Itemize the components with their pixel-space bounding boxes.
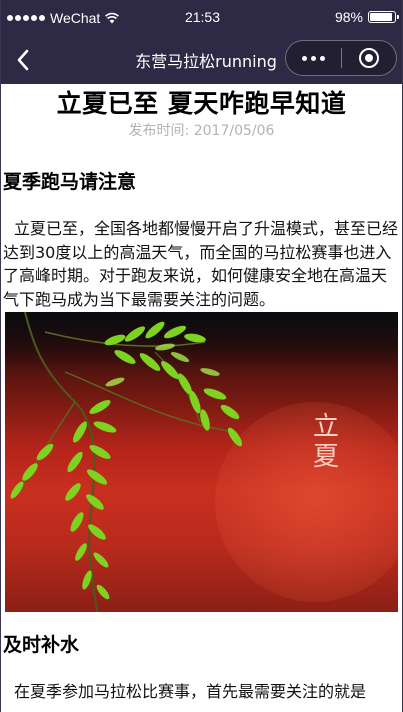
more-dots-icon	[301, 55, 307, 61]
status-bar: WeChat 21:53 98%	[1, 0, 402, 36]
more-button[interactable]	[286, 41, 341, 75]
target-close-icon	[358, 48, 379, 68]
battery-percent: 98%	[334, 9, 363, 25]
back-button[interactable]	[9, 46, 37, 74]
section-heading-summer-marathon: 夏季跑马请注意	[3, 171, 137, 193]
mini-program-capsule	[285, 40, 397, 76]
section-paragraph-1: 立夏已至，全国各地都慢慢开启了升温模式，甚至已经达到30度以上的高温天气，而全国…	[3, 219, 399, 309]
nav-bar: 东营马拉松running	[1, 36, 402, 84]
article-content: 立夏已至 夏天咋跑早知道 发布时间: 2017/05/06 夏季跑马请注意 立夏…	[1, 84, 402, 712]
back-chevron-icon	[17, 49, 29, 71]
nav-title: 东营马拉松running	[135, 52, 277, 71]
article-title: 立夏已至 夏天咋跑早知道	[56, 89, 347, 118]
publish-time: 发布时间: 2017/05/06	[1, 120, 402, 142]
publish-date: 2017/05/06	[193, 123, 275, 139]
close-button[interactable]	[341, 41, 396, 75]
article-hero-image[interactable]: 立夏	[5, 312, 398, 612]
battery-icon	[368, 11, 399, 23]
status-right: 98%	[334, 9, 399, 25]
publish-label: 发布时间:	[128, 123, 190, 139]
phone-screen: WeChat 21:53 98% 东营马拉松running 立夏已至 夏天咋跑早…	[0, 0, 403, 712]
hero-caption: 立夏	[312, 412, 339, 472]
section-heading-hydration: 及时补水	[3, 634, 80, 656]
section-paragraph-2: 在夏季参加马拉松比赛事，首先最需要关注的就是	[14, 682, 367, 701]
